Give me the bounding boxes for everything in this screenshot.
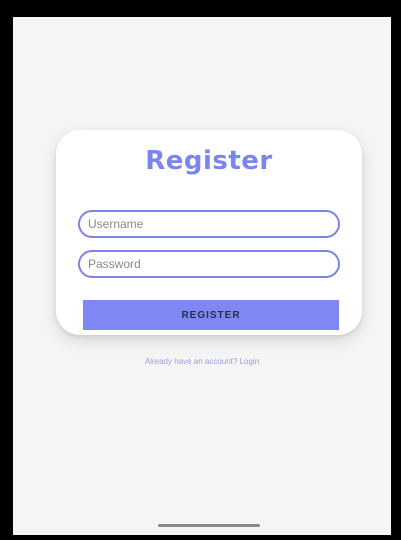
login-link[interactable]: Already have an account? Login (13, 357, 391, 366)
home-indicator (158, 524, 260, 527)
password-input[interactable] (88, 252, 328, 276)
app-screen: Register REGISTER Already have an accoun… (13, 17, 391, 535)
password-field[interactable] (78, 250, 340, 278)
register-card: Register REGISTER (56, 130, 362, 335)
username-input[interactable] (88, 212, 328, 236)
username-field[interactable] (78, 210, 340, 238)
register-title: Register (145, 146, 273, 176)
register-button[interactable]: REGISTER (83, 300, 339, 330)
device-frame: Register REGISTER Already have an accoun… (0, 0, 401, 540)
